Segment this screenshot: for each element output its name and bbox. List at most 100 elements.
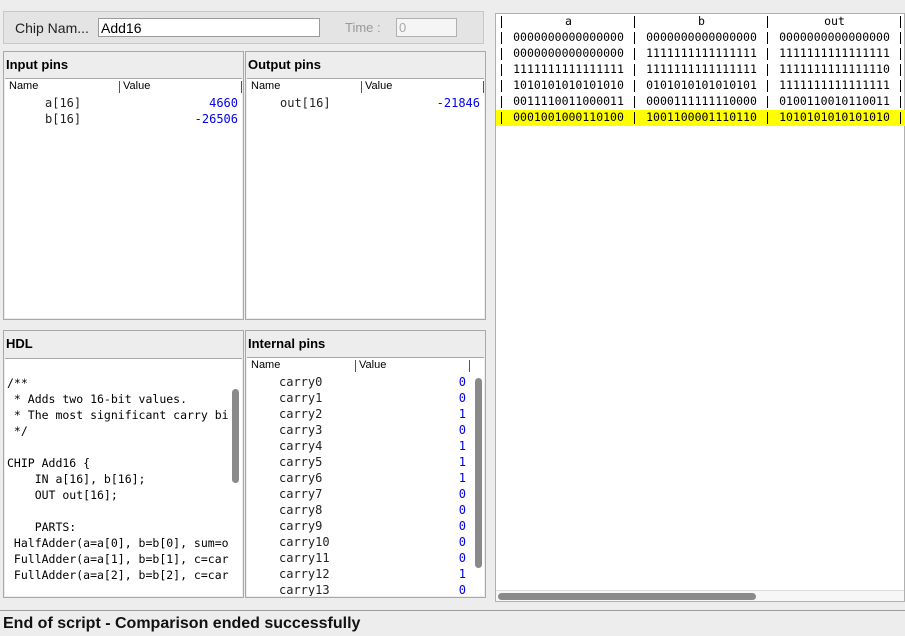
hdl-code-line: IN a[16], b[16]; <box>7 472 146 486</box>
compare-column-divider <box>767 16 768 28</box>
input-col-value: Value <box>123 80 151 92</box>
compare-cell: 1111111111111110 <box>779 62 890 76</box>
pin-value: 1 <box>458 455 466 469</box>
compare-column-divider <box>900 48 901 60</box>
input-pin-row[interactable]: b[16] -26506 <box>5 112 242 128</box>
compare-column-divider <box>900 80 901 92</box>
compare-column-divider <box>634 96 635 108</box>
internal-pin-row[interactable]: carry0 0 <box>247 375 484 391</box>
hdl-scrollbar[interactable] <box>232 389 239 483</box>
compare-column-divider <box>634 16 635 28</box>
column-divider <box>241 81 242 93</box>
internal-pin-row[interactable]: carry1 0 <box>247 391 484 407</box>
internal-pin-row[interactable]: carry2 1 <box>247 407 484 423</box>
internal-pins-scrollbar[interactable] <box>475 378 482 568</box>
internal-pin-row[interactable]: carry8 0 <box>247 503 484 519</box>
pin-name: a[16] <box>45 96 82 110</box>
output-col-value: Value <box>365 80 393 92</box>
pin-value: 0 <box>458 487 466 501</box>
compare-column-divider <box>767 48 768 60</box>
pin-name: carry6 <box>279 471 323 485</box>
column-divider <box>361 81 362 93</box>
chip-name-label: Chip Nam... <box>15 20 89 36</box>
internal-pin-row[interactable]: carry11 0 <box>247 551 484 567</box>
hdl-title: HDL <box>6 336 33 351</box>
compare-row[interactable]: 1010101010101010 0101010101010101 11111111… <box>496 78 905 94</box>
compare-cell: 0101010101010101 <box>646 78 757 92</box>
compare-row-current[interactable]: 0001001000110100 1001100001110110 10101010… <box>496 110 905 126</box>
compare-cell: 0000000000000000 <box>646 30 757 44</box>
pin-value: 0 <box>458 503 466 517</box>
internal-pins-table[interactable]: Name Value carry0 0 carry1 0 carry2 1 carry3 0 c… <box>247 357 484 596</box>
pin-name: out[16] <box>280 96 331 110</box>
pin-name: carry13 <box>279 583 330 596</box>
compare-column-divider <box>634 32 635 44</box>
compare-cell: 1111111111111111 <box>646 62 757 76</box>
compare-cell: 1111111111111111 <box>646 46 757 60</box>
compare-horizontal-scrollbar[interactable] <box>496 590 904 601</box>
input-col-name: Name <box>9 80 39 92</box>
internal-col-name: Name <box>251 359 281 371</box>
compare-row[interactable]: 0000000000000000 1111111111111111 11111111… <box>496 46 905 62</box>
compare-row[interactable]: 0011110011000011 0000111111110000 01001100… <box>496 94 905 110</box>
pin-value: 1 <box>458 407 466 421</box>
pin-name: carry12 <box>279 567 330 581</box>
pin-name: b[16] <box>45 112 82 126</box>
input-pin-row[interactable]: a[16] 4660 <box>5 96 242 112</box>
compare-cell: 1111111111111111 <box>779 78 890 92</box>
compare-column-divider <box>634 64 635 76</box>
compare-cell: 1010101010101010 <box>779 110 890 124</box>
hdl-panel: HDL /** * Adds two 16-bit values. * The … <box>3 330 244 598</box>
compare-column-divider <box>501 32 502 44</box>
compare-column-divider <box>634 80 635 92</box>
pin-name: carry1 <box>279 391 323 405</box>
internal-pin-row[interactable]: carry6 1 <box>247 471 484 487</box>
internal-pin-row[interactable]: carry13 0 <box>247 583 484 596</box>
compare-header-b: b <box>698 14 705 28</box>
hdl-code-line: FullAdder(a=a[1], b=b[1], c=car <box>7 552 229 566</box>
compare-scroll-thumb[interactable] <box>498 593 756 600</box>
internal-pin-row[interactable]: carry4 1 <box>247 439 484 455</box>
hdl-code-line: OUT out[16]; <box>7 488 118 502</box>
pin-name: carry4 <box>279 439 323 453</box>
pin-value: 0 <box>458 391 466 405</box>
pin-value: 0 <box>458 375 466 389</box>
compare-column-divider <box>900 112 901 124</box>
chip-name-field[interactable]: Add16 <box>98 18 320 37</box>
pin-value: 1 <box>458 439 466 453</box>
compare-column-divider <box>767 32 768 44</box>
compare-column-divider <box>501 48 502 60</box>
pin-value: 1 <box>458 567 466 581</box>
hdl-code-view[interactable]: /** * Adds two 16-bit values. * The most… <box>5 358 242 596</box>
output-pins-table[interactable]: Name Value out[16] -21846 <box>247 78 484 318</box>
internal-pin-row[interactable]: carry12 1 <box>247 567 484 583</box>
internal-pins-title: Internal pins <box>248 336 326 351</box>
output-pin-row[interactable]: out[16] -21846 <box>247 96 484 112</box>
pin-value: -21846 <box>436 96 480 110</box>
hdl-code-line: /** <box>7 376 28 390</box>
pin-value[interactable]: -26506 <box>195 112 238 126</box>
compare-row[interactable]: 1111111111111111 1111111111111111 11111111… <box>496 62 905 78</box>
hdl-code-line: CHIP Add16 { <box>7 456 91 470</box>
output-pins-panel: Output pins Name Value out[16] -21846 <box>245 51 486 320</box>
internal-pins-panel: Internal pins Name Value carry0 0 carry1 0 c… <box>245 330 486 598</box>
pin-name: carry11 <box>279 551 330 565</box>
compare-column-divider <box>767 112 768 124</box>
internal-pin-row[interactable]: carry5 1 <box>247 455 484 471</box>
compare-cell: 0000111111110000 <box>646 94 757 108</box>
pin-value: 0 <box>458 519 466 533</box>
compare-column-divider <box>900 64 901 76</box>
compare-column-divider <box>900 16 901 28</box>
input-pins-table[interactable]: Name Value a[16] 4660 b[16] -26506 <box>5 78 242 318</box>
hdl-code-line: FullAdder(a=a[2], b=b[2], c=car <box>7 568 229 582</box>
internal-pin-row[interactable]: carry10 0 <box>247 535 484 551</box>
compare-row[interactable]: 0000000000000000 0000000000000000 00000000… <box>496 30 905 46</box>
compare-column-divider <box>767 80 768 92</box>
pin-value[interactable]: 4660 <box>209 96 238 110</box>
internal-pin-row[interactable]: carry9 0 <box>247 519 484 535</box>
compare-cell: 0011110011000011 <box>513 94 624 108</box>
internal-pin-row[interactable]: carry7 0 <box>247 487 484 503</box>
internal-pin-row[interactable]: carry3 0 <box>247 423 484 439</box>
compare-header-out: out <box>824 14 845 28</box>
compare-cell: 0000000000000000 <box>513 30 624 44</box>
